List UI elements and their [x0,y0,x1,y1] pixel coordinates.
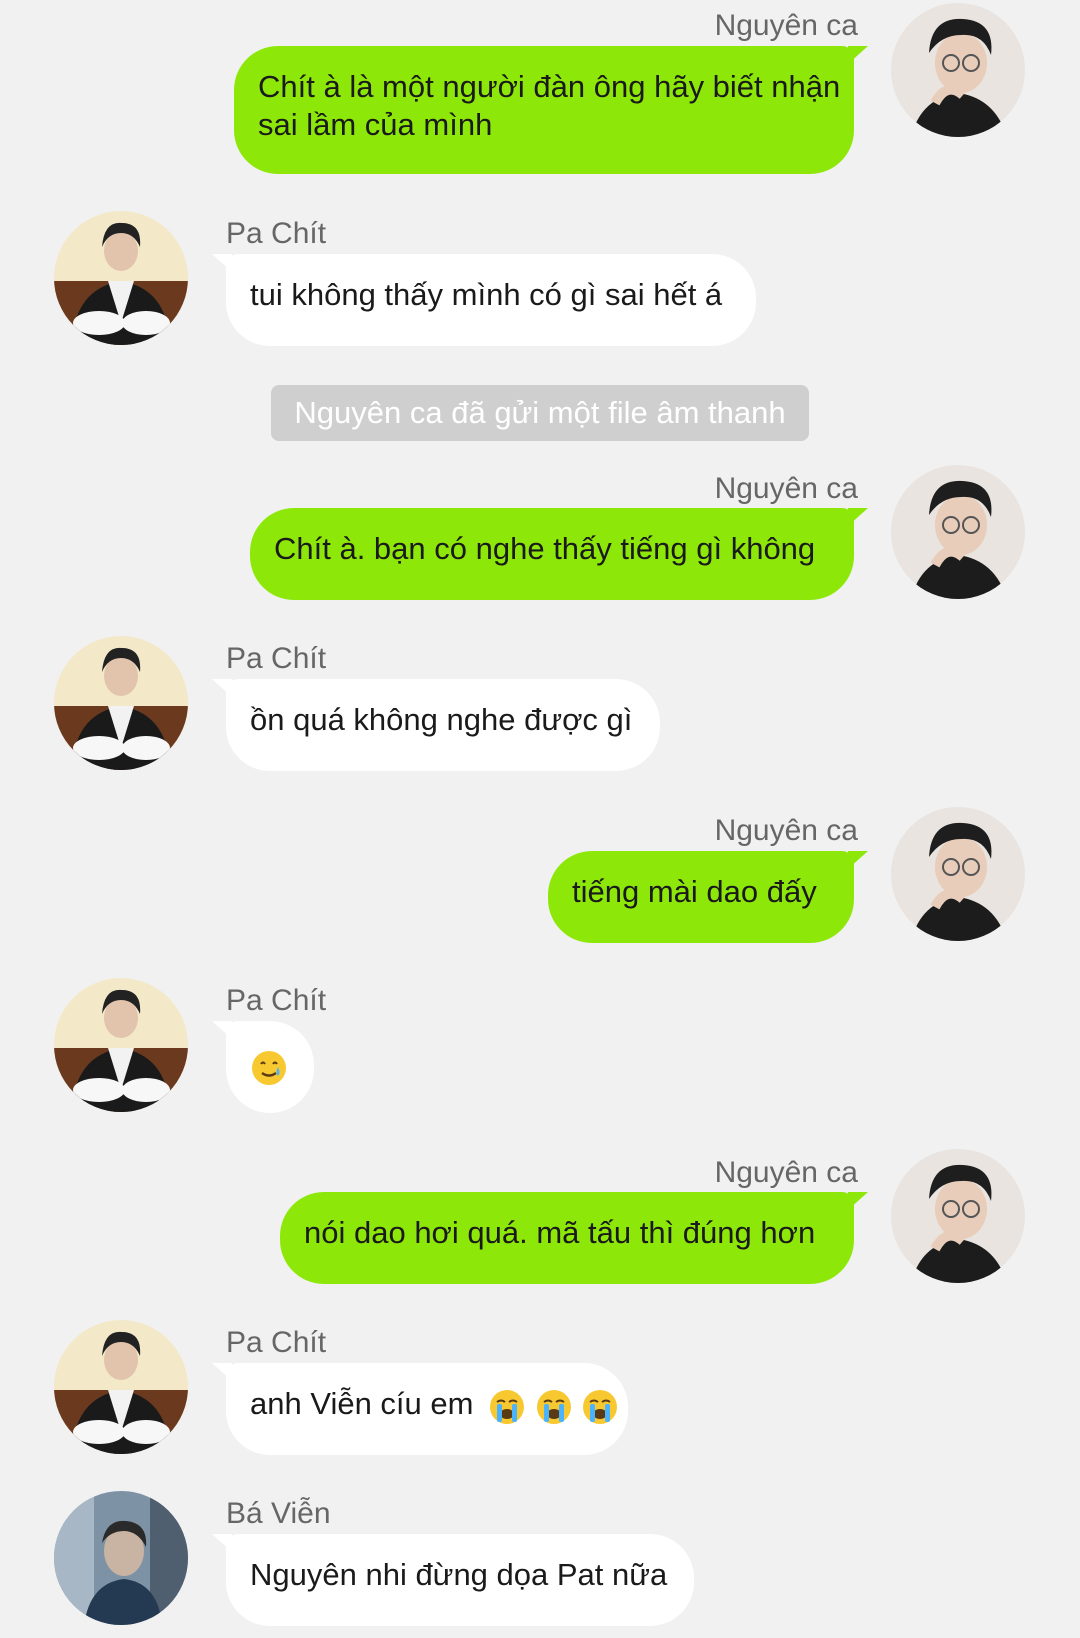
message-text: Chít à. bạn có nghe thấy tiếng gì không [274,531,816,566]
message-bubble[interactable]: ồn quá không nghe được gì [212,679,660,771]
message-text-line: sai lầm của mình [258,107,493,142]
avatar[interactable] [891,3,1025,137]
sender-name: Nguyên ca [714,1156,858,1189]
sender-name: Nguyên ca [714,814,858,847]
message-bubble[interactable]: tiếng mài dao đấy [548,851,868,943]
avatar[interactable] [891,1149,1025,1283]
loudly-crying-face-icon [583,1389,618,1424]
message-bubble[interactable]: Chít à là một người đàn ông hãy biết nhậ… [234,46,868,174]
sender-name: Pa Chít [226,984,327,1017]
avatar[interactable] [54,1491,188,1625]
message-text: tui không thấy mình có gì sai hết á [250,277,723,312]
sender-name: Pa Chít [226,1326,327,1359]
message-text: ồn quá không nghe được gì [250,702,633,737]
sender-name: Pa Chít [226,217,327,250]
sender-name: Bá Viễn [226,1497,331,1530]
message-text: anh Viễn cíu em [250,1386,474,1421]
avatar[interactable] [54,1320,188,1454]
crying-emoji-group [488,1386,619,1426]
system-notice: Nguyên ca đã gửi một file âm thanh [271,385,809,441]
avatar[interactable] [54,978,188,1112]
message-bubble[interactable]: Nguyên nhi đừng dọa Pat nữa [212,1534,694,1626]
message-text: nói dao hơi quá. mã tấu thì đúng hơn [304,1215,816,1250]
loudly-crying-face-icon [490,1389,525,1424]
loudly-crying-face-icon [536,1389,571,1424]
message-bubble[interactable] [212,1021,314,1113]
message-text-line: Chít à là một người đàn ông hãy biết nhậ… [258,69,841,104]
avatar[interactable] [891,465,1025,599]
sender-name: Nguyên ca [714,472,858,505]
avatar[interactable] [54,211,188,345]
sender-name: Pa Chít [226,642,327,675]
message-text: Nguyên nhi đừng dọa Pat nữa [250,1557,668,1592]
smiling-face-with-tear-icon [252,1050,286,1085]
message-bubble[interactable]: anh Viễn cíu em [212,1363,628,1455]
message-bubble[interactable]: nói dao hơi quá. mã tấu thì đúng hơn [280,1192,868,1284]
message-text: tiếng mài dao đấy [572,874,817,909]
avatar[interactable] [54,636,188,770]
sender-name: Nguyên ca [714,9,858,42]
avatar[interactable] [891,807,1025,941]
message-bubble[interactable]: Chít à. bạn có nghe thấy tiếng gì không [250,508,868,600]
message-bubble[interactable]: tui không thấy mình có gì sai hết á [212,254,756,346]
